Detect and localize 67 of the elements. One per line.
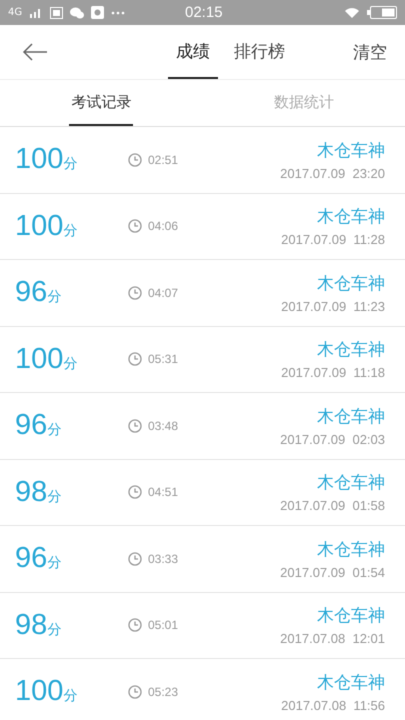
duration: 05:01 (148, 618, 178, 632)
duration: 03:48 (148, 418, 178, 433)
clock-icon (128, 618, 142, 632)
score-unit: 分 (63, 155, 78, 174)
user-name: 木仓车神 (317, 206, 385, 228)
user-name: 木仓车神 (317, 472, 385, 494)
clock-icon (128, 152, 142, 167)
clock-icon (128, 418, 142, 433)
duration: 03:33 (148, 552, 178, 566)
tab[interactable]: 排行榜 (226, 25, 293, 79)
clear-button[interactable]: 清空 (353, 40, 387, 64)
clock-icon (128, 684, 142, 699)
network-label: 4G (8, 7, 22, 18)
subtab[interactable]: 考试记录 (69, 80, 134, 126)
score: 98 (15, 476, 48, 509)
duration: 04:07 (148, 286, 178, 300)
notification-icon (50, 6, 64, 18)
duration: 02:51 (148, 152, 178, 167)
score: 100 (15, 675, 64, 708)
score-unit: 分 (63, 687, 78, 706)
score-unit: 分 (47, 620, 62, 639)
clock-icon (128, 219, 142, 234)
score: 96 (15, 542, 48, 576)
user-name: 木仓车神 (317, 406, 385, 428)
score-unit: 分 (47, 421, 62, 440)
score: 98 (15, 608, 48, 642)
clock-icon (128, 552, 142, 566)
score: 100 (15, 210, 64, 243)
duration: 04:51 (148, 485, 178, 500)
record-date: 2017.07.08 12:01 (280, 631, 385, 646)
duration: 04:06 (148, 219, 178, 234)
user-name: 木仓车神 (317, 339, 385, 362)
record-date: 2017.07.09 02:03 (280, 432, 385, 447)
clock-icon (128, 352, 142, 366)
tab[interactable]: 成绩 (168, 25, 218, 79)
clock-icon (128, 485, 142, 500)
more-icon (111, 10, 126, 14)
battery-icon (367, 6, 397, 19)
record-date: 2017.07.09 23:20 (280, 166, 385, 181)
duration: 05:31 (148, 352, 178, 366)
clock: 02:15 (185, 4, 223, 21)
record-date: 2017.07.09 11:18 (281, 365, 385, 380)
user-name: 木仓车神 (317, 272, 385, 295)
duration: 05:23 (148, 684, 178, 699)
record-date: 2017.07.09 01:58 (280, 498, 385, 514)
record-date: 2017.07.08 11:56 (281, 698, 385, 713)
score-unit: 分 (47, 488, 62, 506)
score-unit: 分 (47, 554, 62, 572)
clock-icon (128, 286, 142, 300)
score-unit: 分 (63, 222, 78, 240)
record-date: 2017.07.09 01:54 (280, 564, 385, 580)
score: 96 (15, 409, 48, 442)
chat-icon (70, 6, 84, 18)
wifi-icon (344, 6, 360, 18)
back-icon[interactable] (22, 43, 48, 61)
record-date: 2017.07.09 11:23 (281, 298, 385, 314)
app-icon (91, 6, 104, 19)
user-name: 木仓车神 (317, 605, 385, 628)
user-name: 木仓车神 (317, 140, 385, 162)
record-date: 2017.07.09 11:28 (281, 232, 385, 248)
user-name: 木仓车神 (317, 672, 385, 694)
score-unit: 分 (47, 288, 62, 306)
score-unit: 分 (63, 354, 78, 373)
score: 100 (15, 143, 64, 176)
user-name: 木仓车神 (317, 538, 385, 561)
score: 100 (15, 342, 64, 376)
score: 96 (15, 276, 48, 310)
